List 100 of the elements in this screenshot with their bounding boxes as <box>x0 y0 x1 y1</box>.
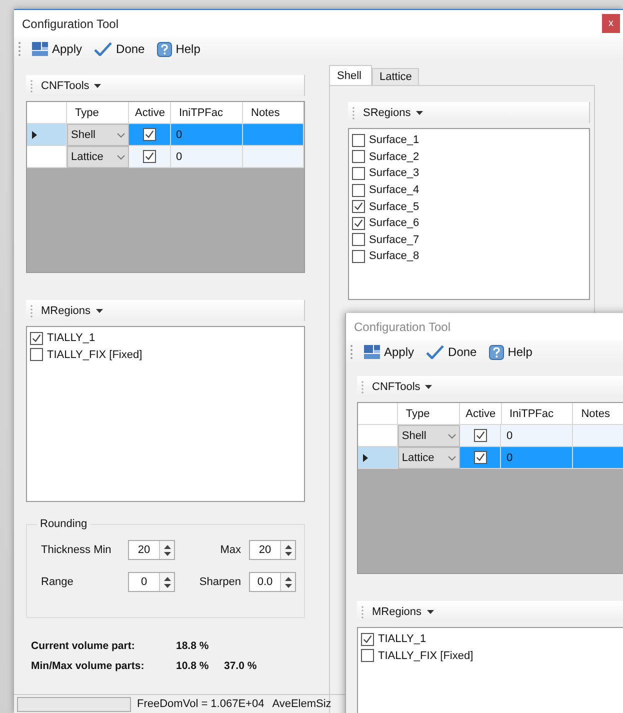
list-item-label[interactable]: Surface_7 <box>369 234 420 246</box>
type-dropdown[interactable]: Shell <box>67 124 129 146</box>
checkbox[interactable] <box>352 150 365 164</box>
list-item-label[interactable]: Surface_4 <box>369 184 420 196</box>
list-item-label[interactable]: Surface_5 <box>369 200 420 213</box>
list-item-label[interactable]: TIALLY_FIX [Fixed] <box>378 650 474 662</box>
spin-box[interactable]: 0 <box>128 572 175 592</box>
panel-menu[interactable]: MRegions <box>370 606 436 618</box>
panel-menu[interactable]: SRegions <box>361 106 425 118</box>
grip-icon <box>361 380 364 394</box>
up-arrow-icon[interactable] <box>284 576 292 580</box>
row-header[interactable] <box>27 124 67 146</box>
checkbox[interactable] <box>352 233 365 246</box>
type-dropdown[interactable]: Lattice <box>67 146 129 168</box>
stat-value: 37.0 % <box>224 660 258 672</box>
list-item-label[interactable]: Surface_1 <box>369 134 420 146</box>
window-layout-icon <box>364 345 380 359</box>
stat-value: 10.8 % <box>176 660 210 672</box>
toolbar-button[interactable]: Help <box>154 40 204 58</box>
grip-icon <box>361 604 364 618</box>
list-item-label[interactable]: Surface_3 <box>369 167 420 180</box>
up-arrow-icon[interactable] <box>164 544 170 548</box>
status-text: FreeDomVol = 1.067E+04 <box>137 698 264 710</box>
table-cell: 0 <box>501 425 574 447</box>
down-arrow-icon[interactable] <box>164 584 170 588</box>
grip-icon <box>352 106 355 120</box>
checkmark-icon <box>426 345 444 359</box>
grip-icon <box>30 78 33 92</box>
grip-icon <box>30 304 33 318</box>
column-header[interactable]: Active <box>460 403 502 425</box>
checkbox[interactable] <box>143 128 156 141</box>
down-arrow-icon[interactable] <box>284 584 292 588</box>
column-header[interactable]: Notes <box>573 403 623 425</box>
down-arrow-icon[interactable] <box>284 552 292 556</box>
list-item-label[interactable]: TIALLY_1 <box>378 633 426 646</box>
checkbox[interactable] <box>352 184 365 197</box>
grip-icon <box>350 344 353 360</box>
tab[interactable]: Lattice <box>372 68 419 85</box>
toolbar-button[interactable]: Help <box>486 342 536 362</box>
list-item-label[interactable]: Surface_6 <box>369 217 420 230</box>
grip-icon <box>18 41 21 57</box>
checkbox[interactable] <box>352 200 365 214</box>
help-icon <box>488 344 504 360</box>
panel-menu[interactable]: MRegions <box>39 304 105 316</box>
spin-box[interactable]: 20 <box>249 540 296 560</box>
column-header[interactable]: IniTPFac <box>502 403 574 425</box>
checkbox[interactable] <box>352 166 365 180</box>
group-title: Rounding <box>39 518 88 530</box>
checkbox[interactable] <box>352 134 365 147</box>
window-title: Configuration Tool <box>354 320 451 334</box>
close-button[interactable]: x <box>602 14 620 33</box>
field-label: Thickness Min <box>41 544 112 556</box>
down-arrow-icon[interactable] <box>164 552 170 556</box>
type-dropdown[interactable]: Lattice <box>398 447 460 469</box>
corner-cell <box>27 102 67 124</box>
list-item-label[interactable]: Surface_8 <box>369 250 420 262</box>
toolbar-button[interactable]: Apply <box>361 343 418 361</box>
stat-value: 18.8 % <box>176 640 210 652</box>
dropdown-icon <box>94 84 102 88</box>
dropdown-icon <box>425 384 432 388</box>
checkbox[interactable] <box>143 150 156 163</box>
toolbar-button[interactable]: Apply <box>29 40 86 58</box>
checkbox[interactable] <box>352 216 365 230</box>
table-cell: 0 <box>171 124 243 146</box>
up-arrow-icon[interactable] <box>284 544 292 548</box>
spin-box[interactable]: 20 <box>128 540 175 560</box>
current-row-icon <box>363 454 368 462</box>
panel-menu[interactable]: CNFTools <box>39 80 104 92</box>
list-item-label[interactable]: TIALLY_FIX [Fixed] <box>47 348 142 361</box>
column-header[interactable]: Active <box>129 102 171 124</box>
type-dropdown[interactable]: Shell <box>398 425 460 447</box>
panel-menu[interactable]: CNFTools <box>370 380 434 392</box>
checkbox[interactable] <box>30 348 43 362</box>
checkbox[interactable] <box>352 250 365 263</box>
checkbox[interactable] <box>474 429 487 442</box>
checkbox[interactable] <box>361 649 374 662</box>
column-header[interactable]: IniTPFac <box>171 102 243 124</box>
checkbox[interactable] <box>30 332 43 345</box>
column-header[interactable]: Type <box>398 403 460 425</box>
toolbar-button[interactable]: Done <box>91 40 148 58</box>
spin-box[interactable]: 0.0 <box>249 572 296 592</box>
checkbox[interactable] <box>361 632 374 646</box>
checkbox[interactable] <box>474 451 487 464</box>
tab[interactable]: Shell <box>329 65 372 85</box>
chevron-icon <box>117 154 125 160</box>
column-header[interactable]: Notes <box>243 102 304 124</box>
field-label: Sharpen <box>198 576 242 588</box>
list-item-label[interactable]: Surface_2 <box>369 150 420 163</box>
up-arrow-icon[interactable] <box>164 576 170 580</box>
table-cell <box>573 425 623 447</box>
table-cell <box>573 447 623 469</box>
stat-label: Current volume part: <box>31 640 136 652</box>
list-item-label[interactable]: TIALLY_1 <box>47 332 96 344</box>
column-header[interactable]: Type <box>67 102 129 124</box>
dropdown-icon <box>96 308 103 312</box>
toolbar-button[interactable]: Done <box>423 343 480 361</box>
status-text: AveElemSiz <box>272 698 332 710</box>
row-header[interactable] <box>358 447 398 469</box>
corner-cell <box>358 403 398 425</box>
table-cell <box>243 146 304 168</box>
